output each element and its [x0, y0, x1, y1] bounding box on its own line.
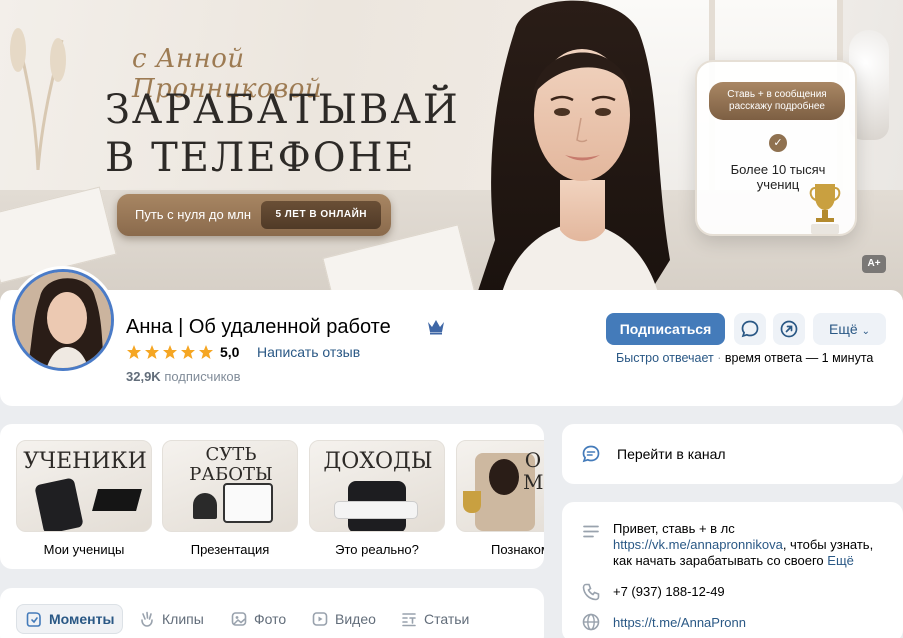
rating-stars	[126, 344, 214, 360]
tab-video[interactable]: Видео	[303, 604, 384, 634]
about-card: Привет, ставь + в лс https://vk.me/annap…	[562, 502, 903, 638]
star-icon	[199, 345, 213, 359]
chevron-down-icon: ⌄	[861, 326, 870, 337]
cover-headline: ЗАРАБАТЫВАЙ В ТЕЛЕФОНЕ	[105, 86, 460, 182]
service-caption: Презентация	[190, 542, 270, 557]
tab-label: Фото	[254, 611, 287, 627]
cover-pill: Путь с нуля до млн 5 ЛЕТ В ОНЛАЙН	[117, 194, 391, 236]
service-item[interactable]: О М Познакоми	[456, 440, 544, 557]
about-description: Привет, ставь + в лс https://vk.me/annap…	[613, 521, 893, 569]
rating-value: 5,0	[220, 344, 240, 360]
subscribe-button[interactable]: Подписаться	[606, 313, 725, 345]
phone-decor	[34, 477, 84, 531]
reply-info: Быстро отвечает · время ответа — 1 минут…	[616, 351, 873, 365]
write-review-link[interactable]: Написать отзыв	[257, 344, 360, 360]
service-caption: Это реально?	[335, 542, 419, 557]
tab-clips[interactable]: Клипы	[130, 604, 212, 634]
crown-icon	[428, 320, 444, 335]
more-button[interactable]: Ещё ⌄	[813, 313, 886, 345]
about-more-link[interactable]: Ещё	[827, 553, 854, 568]
video-icon	[312, 612, 328, 626]
service-item[interactable]: УЧЕНИКИ Мои ученицы	[16, 440, 152, 557]
tab-label: Моменты	[49, 611, 115, 627]
clips-icon	[141, 611, 153, 627]
tab-label: Клипы	[162, 611, 204, 627]
reply-time: время ответа — 1 минута	[724, 351, 874, 365]
tab-moments[interactable]: Моменты	[16, 604, 124, 634]
service-thumbnail: ДОХОДЫ	[309, 440, 445, 532]
star-icon	[163, 345, 177, 359]
accessibility-badge[interactable]: A+	[862, 255, 886, 273]
channel-link[interactable]: Перейти в канал	[562, 424, 903, 484]
cover-portrait-image	[475, 0, 670, 300]
subscribers-count[interactable]: 32,9K подписчиков	[126, 369, 241, 384]
photo-icon	[231, 612, 247, 626]
share-button[interactable]	[773, 313, 805, 345]
cover-banner: с Анной Пронниковой ЗАРАБАТЫВАЙ В ТЕЛЕФО…	[0, 0, 903, 300]
star-icon	[145, 345, 159, 359]
cover-plant-decor	[10, 28, 66, 170]
reply-fast-label: Быстро отвечает	[616, 351, 714, 365]
channel-chat-icon	[582, 445, 600, 463]
cover-headline-line2: В ТЕЛЕФОНЕ	[105, 135, 416, 181]
about-website[interactable]: https://t.me/AnnaPronn	[613, 615, 746, 630]
cover-headline-line1: ЗАРАБАТЫВАЙ	[105, 87, 460, 133]
phone-icon	[582, 583, 600, 601]
service-caption: Мои ученицы	[43, 542, 125, 557]
content-tabs: Моменты Клипы Фото Видео Статьи	[0, 588, 544, 638]
portrait-hair-decor	[489, 459, 519, 495]
tab-label: Видео	[335, 611, 376, 627]
description-icon	[583, 525, 599, 538]
subscribers-label: подписчиков	[164, 369, 241, 384]
profile-header: Анна | Об удаленной работе 5,0 Написать …	[0, 266, 903, 406]
notification-decor	[334, 501, 418, 519]
cover-pill-right: 5 ЛЕТ В ОНЛАЙН	[261, 201, 381, 229]
services-carousel: УЧЕНИКИ Мои ученицы СУТЬ РАБОТЫ Презента…	[0, 424, 544, 569]
message-icon	[741, 320, 759, 338]
globe-icon	[582, 613, 600, 631]
bell-decor	[193, 493, 217, 519]
subscribers-number: 32,9K	[126, 369, 161, 384]
service-thumb-title: СУТЬ РАБОТЫ	[189, 444, 273, 485]
channel-label: Перейти в канал	[617, 446, 726, 462]
about-phone[interactable]: +7 (937) 188-12-49	[613, 584, 725, 599]
trophy-decor	[463, 491, 481, 513]
cover-info-card: Ставь + в сообщения расскажу подробнее ✓…	[695, 60, 857, 236]
service-item[interactable]: СУТЬ РАБОТЫ Презентация	[162, 440, 298, 557]
service-thumb-title: УЧЕНИКИ	[23, 449, 147, 474]
reply-dot: ·	[717, 351, 722, 365]
laptop-decor	[223, 483, 273, 523]
share-icon	[780, 320, 798, 338]
articles-icon	[402, 613, 416, 627]
tab-photo[interactable]: Фото	[222, 604, 294, 634]
tab-articles[interactable]: Статьи	[392, 604, 477, 634]
star-icon	[127, 345, 141, 359]
moments-icon	[26, 612, 41, 627]
more-button-label: Ещё	[829, 321, 858, 337]
service-thumbnail: УЧЕНИКИ	[16, 440, 152, 532]
avatar[interactable]	[9, 266, 117, 374]
service-item[interactable]: ДОХОДЫ Это реально?	[309, 440, 445, 557]
trophy-icon	[809, 184, 841, 234]
star-icon	[181, 345, 195, 359]
service-thumb-title: О М	[523, 448, 544, 494]
avatar-image	[15, 272, 111, 368]
message-button[interactable]	[734, 313, 766, 345]
service-thumbnail: О М	[456, 440, 544, 532]
check-icon: ✓	[769, 134, 787, 152]
service-thumbnail: СУТЬ РАБОТЫ	[162, 440, 298, 532]
cover-bubble: Ставь + в сообщения расскажу подробнее	[709, 82, 845, 120]
tab-label: Статьи	[424, 611, 470, 627]
profile-name: Анна | Об удаленной работе	[126, 316, 391, 338]
service-caption: Познакоми	[490, 542, 544, 557]
graduation-cap-decor	[92, 489, 142, 511]
cover-pill-left: Путь с нуля до млн	[135, 207, 252, 222]
service-thumb-title: ДОХОДЫ	[323, 449, 433, 474]
about-vk-link[interactable]: https://vk.me/annapronnikova	[613, 537, 783, 552]
about-text-before: Привет, ставь + в лс	[613, 521, 735, 536]
